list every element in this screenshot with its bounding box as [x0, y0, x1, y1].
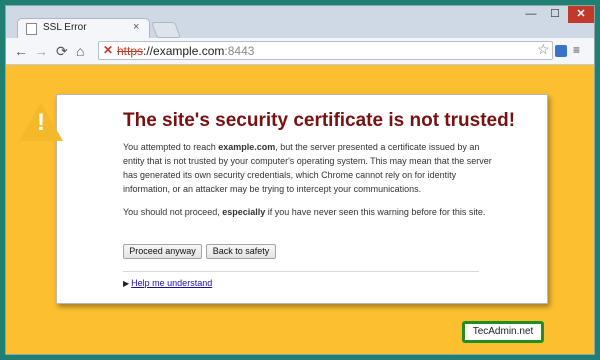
error-advice: You should not proceed, especially if yo… — [123, 207, 486, 217]
desktop-frame: SSL Error × — ☐ ✕ ← → ⟳ ⌂ ✕ https://exam… — [0, 0, 600, 360]
watermark-badge: TecAdmin.net — [462, 321, 544, 343]
broken-lock-icon[interactable]: ✕ — [103, 43, 113, 57]
minimize-icon[interactable]: — — [520, 6, 542, 23]
page-icon — [26, 23, 37, 35]
close-window-icon[interactable]: ✕ — [568, 6, 594, 23]
disclosure-triangle-icon: ▶ — [123, 279, 130, 288]
tab-close-icon[interactable]: × — [133, 21, 139, 33]
error-heading: The site's security certificate is not t… — [123, 110, 516, 131]
tab-ssl-error[interactable]: SSL Error × — [17, 18, 150, 38]
tab-title: SSL Error — [43, 22, 87, 33]
menu-icon[interactable]: ≡ — [573, 44, 580, 56]
error-description: You attempted to reach example.com, but … — [123, 142, 492, 194]
reload-icon[interactable]: ⟳ — [56, 42, 68, 60]
bookmark-star-icon[interactable]: ☆ — [537, 41, 550, 58]
divider — [123, 271, 479, 272]
back-to-safety-button[interactable]: Back to safety — [206, 244, 276, 259]
maximize-icon[interactable]: ☐ — [544, 6, 566, 23]
help-link[interactable]: ▶ Help me understand — [123, 278, 212, 288]
warning-exclamation-icon: ! — [37, 109, 45, 136]
browser-toolbar: ← → ⟳ ⌂ ✕ https://example.com:8443 ☆ ≡ — [6, 38, 594, 65]
back-icon[interactable]: ← — [14, 42, 28, 60]
url-text[interactable]: https://example.com:8443 — [117, 44, 254, 58]
new-tab-button[interactable] — [151, 22, 181, 38]
proceed-anyway-button[interactable]: Proceed anyway — [123, 244, 202, 259]
title-bar: SSL Error × — ☐ ✕ — [6, 6, 594, 38]
address-bar[interactable]: ✕ https://example.com:8443 ☆ — [98, 41, 553, 60]
browser-window: SSL Error × — ☐ ✕ ← → ⟳ ⌂ ✕ https://exam… — [5, 5, 595, 355]
page-content: ! The site's security certificate is not… — [6, 65, 594, 354]
error-card: ! The site's security certificate is not… — [19, 94, 548, 304]
forward-icon[interactable]: → — [34, 42, 48, 60]
extension-icon[interactable] — [555, 45, 567, 57]
home-icon[interactable]: ⌂ — [76, 42, 84, 60]
